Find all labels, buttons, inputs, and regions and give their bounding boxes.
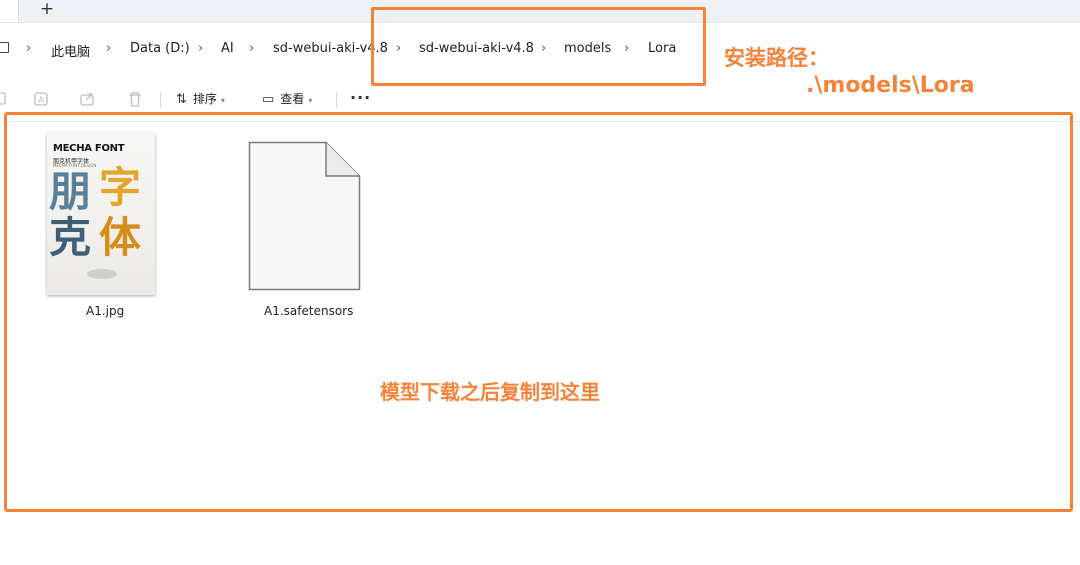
address-highlight-box	[371, 7, 706, 86]
more-options-button[interactable]: ···	[350, 88, 371, 107]
breadcrumb-this-pc[interactable]: 此电脑	[51, 41, 90, 60]
delete-icon[interactable]	[126, 90, 144, 108]
breadcrumb-separator[interactable]: ›	[249, 41, 254, 56]
sort-button[interactable]: ⇅ 排序 ▾	[176, 90, 225, 108]
svg-text:A: A	[38, 96, 45, 106]
sort-label: 排序	[192, 92, 217, 106]
active-tab[interactable]	[0, 0, 19, 22]
breadcrumb-drive-d[interactable]: Data (D:)	[130, 41, 190, 56]
file-area-highlight-box	[4, 112, 1073, 512]
toolbar-divider	[160, 92, 161, 108]
install-path-value: .\models\Lora	[806, 73, 975, 98]
breadcrumb-separator[interactable]: ›	[106, 41, 111, 56]
chevron-down-icon: ▾	[220, 96, 225, 105]
toolbar-divider	[336, 92, 337, 108]
install-path-title: 安装路径：	[724, 46, 829, 70]
view-button[interactable]: ▭ 查看 ▾	[262, 90, 312, 108]
breadcrumb-separator[interactable]: ›	[198, 41, 203, 56]
copy-icon[interactable]	[0, 90, 10, 108]
breadcrumb-separator[interactable]: ›	[26, 41, 31, 56]
this-pc-icon[interactable]	[0, 42, 9, 53]
view-label: 查看	[280, 92, 305, 106]
share-icon[interactable]	[79, 90, 97, 108]
breadcrumb-ai[interactable]: AI	[221, 41, 234, 56]
sort-icon: ⇅	[176, 92, 187, 107]
view-icon: ▭	[262, 92, 275, 107]
rename-icon[interactable]: A	[33, 90, 51, 108]
new-tab-button[interactable]: +	[38, 0, 56, 20]
copy-hint: 模型下载之后复制到这里	[380, 380, 600, 404]
chevron-down-icon: ▾	[308, 96, 313, 105]
